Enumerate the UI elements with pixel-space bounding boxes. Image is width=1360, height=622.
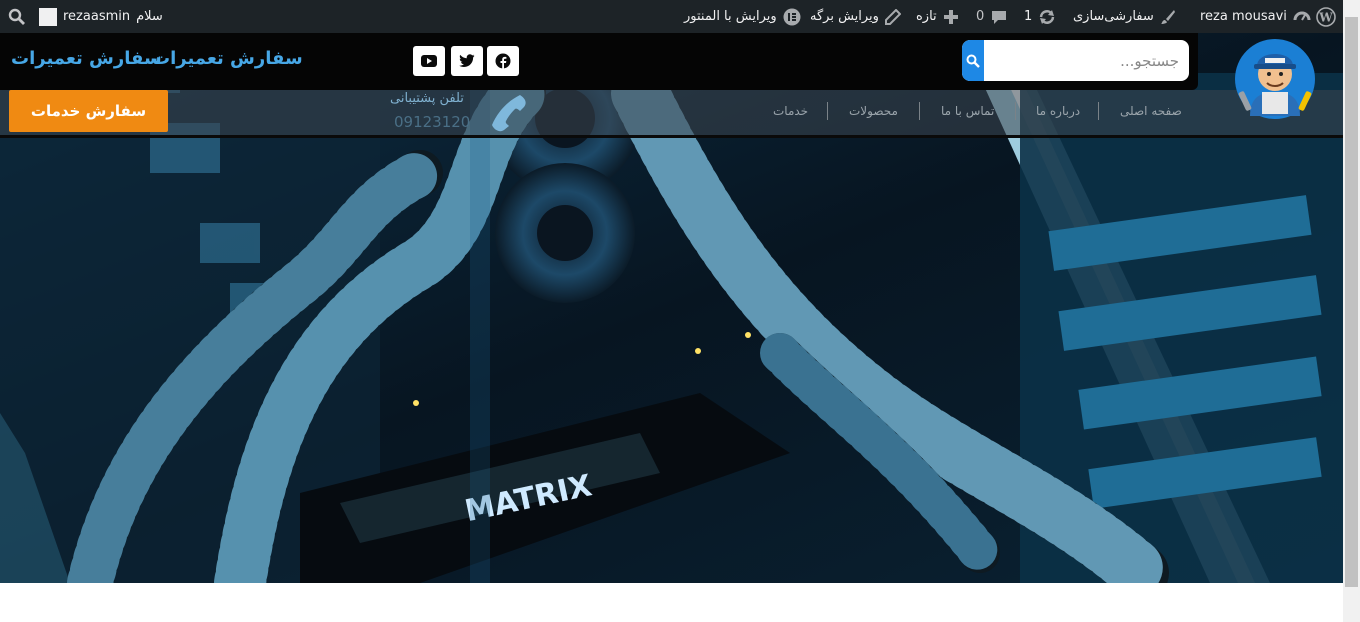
search-icon [8,8,25,25]
order-services-button[interactable]: سفارش خدمات [9,90,168,132]
elementor-icon [783,8,801,25]
customize-label: سفارشی‌سازی [1073,9,1154,24]
updates-icon [1040,9,1055,24]
pencil-icon [884,8,901,25]
site-owner-name: reza mousavi [1200,9,1287,24]
repairman-mascot-icon [1235,39,1315,119]
site-logo[interactable] [1232,36,1318,120]
nav-item-services[interactable]: خدمات [773,104,808,118]
nav-item-about[interactable]: درباره ما [1036,104,1080,118]
updates-button[interactable]: 1 [1024,0,1056,33]
brush-icon [1160,9,1175,24]
facebook-icon [495,53,511,69]
admin-search-button[interactable] [8,0,26,33]
site-title-link-2[interactable]: سفارش تعمیرات [152,48,303,69]
user-avatar [39,7,57,26]
dashboard-icon [1293,11,1311,21]
greeting-label: سلام [136,9,163,24]
customize-button[interactable]: سفارشی‌سازی [1073,0,1176,33]
nav-separator [1098,102,1099,120]
wp-admin-bar: W reza mousavi سفارشی‌سازی 1 0 تازه [0,0,1343,33]
scrollbar-thumb[interactable] [1345,17,1358,587]
site-title-link-1[interactable]: سفارش تعمیرات [11,48,162,69]
youtube-icon [421,55,437,67]
search-submit-button[interactable] [962,40,984,81]
phone-icon [492,95,526,132]
wordpress-icon: W [1316,6,1336,27]
my-account-menu[interactable]: rezaasmin سلام [39,0,163,33]
twitter-link[interactable] [451,46,483,76]
search-form [962,40,1189,81]
page-scrollbar[interactable] [1343,0,1360,622]
nav-item-home[interactable]: صفحه اصلی [1120,104,1182,118]
new-label: تازه [916,9,937,24]
nav-separator [827,102,828,120]
support-phone-number[interactable]: 09123120 [394,113,470,131]
wordpress-logo-button[interactable]: W [1316,0,1336,33]
edit-elementor-label: ویرایش با المنتور [684,9,777,24]
site-name-menu[interactable]: reza mousavi [1200,0,1311,33]
youtube-link[interactable] [413,46,445,76]
edit-page-label: ویرایش برگه [810,9,879,24]
svg-text:W: W [1318,10,1333,24]
comments-count: 0 [976,9,985,24]
twitter-icon [459,54,475,67]
nav-item-products[interactable]: محصولات [849,104,898,118]
updates-count: 1 [1024,9,1033,24]
search-input[interactable] [984,40,1189,81]
nav-separator [919,102,920,120]
nav-item-contact[interactable]: تماس با ما [941,104,994,118]
support-phone-label: تلفن پشتیبانی [390,91,464,106]
edit-page-button[interactable]: ویرایش برگه [810,0,901,33]
comments-button[interactable]: 0 [976,0,1008,33]
nav-separator [1015,102,1016,120]
greeting-username: rezaasmin [63,9,131,24]
comment-bubble-icon [992,10,1007,24]
plus-icon [943,9,958,24]
edit-with-elementor-button[interactable]: ویرایش با المنتور [684,0,801,33]
facebook-link[interactable] [487,46,519,76]
search-icon [966,54,980,68]
new-content-button[interactable]: تازه [916,0,959,33]
